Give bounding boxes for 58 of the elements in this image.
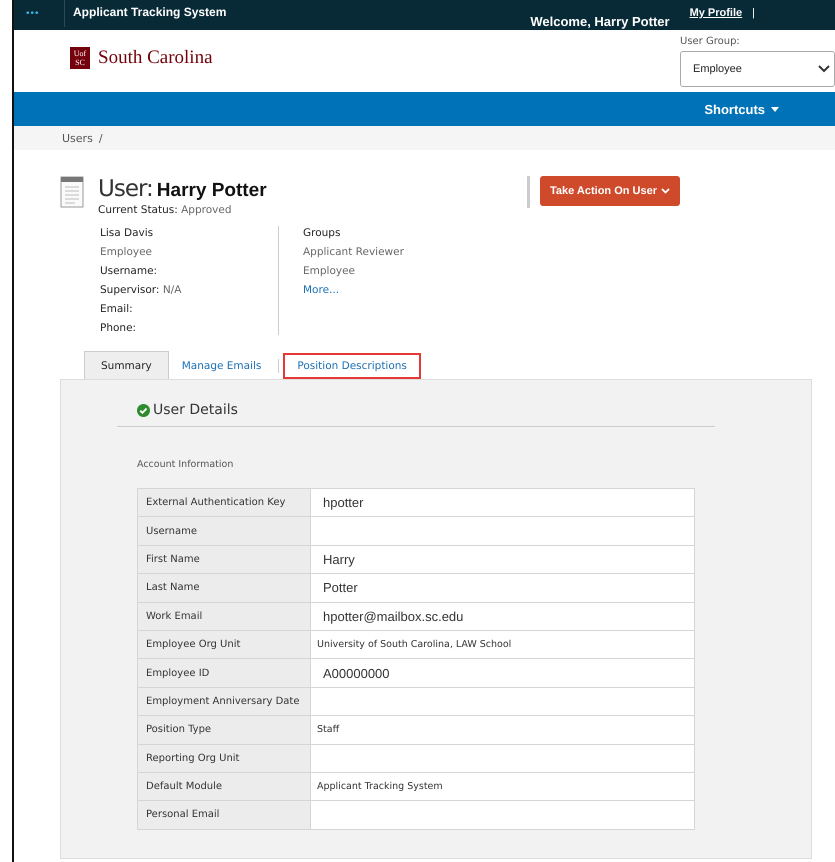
- table-cell: Position Type: [138, 716, 310, 744]
- field-label: Username:: [100, 265, 158, 277]
- user-name: Harry Potter: [156, 180, 267, 202]
- table-cell: University of South Carolina, LAW School: [310, 630, 694, 659]
- table-cell: A00000000: [310, 658, 694, 688]
- separator-text: |: [751, 6, 756, 19]
- table-cell: Username: [138, 516, 310, 546]
- table-cell: Default Module: [138, 772, 310, 801]
- table-cell: Staff: [310, 716, 694, 744]
- status-label: Current Status:: [98, 204, 178, 216]
- table-cell: Last Name: [138, 574, 310, 602]
- table-cell: External Authentication Key: [138, 488, 310, 517]
- caret-icon: [771, 106, 779, 112]
- app-name: Applicant Tracking System: [64, 0, 234, 27]
- breadcrumb-separator: /: [98, 132, 103, 144]
- user-role: Employee: [100, 245, 154, 259]
- take-action-button[interactable]: Take Action On User: [540, 176, 680, 206]
- field-value: N/A: [162, 284, 182, 296]
- table-cell: Employment Anniversary Date: [138, 687, 310, 716]
- user-group-select[interactable]: Employee: [680, 51, 835, 87]
- table-cell: hpotter@mailbox.sc.edu: [310, 602, 694, 630]
- document-icon: [60, 176, 84, 208]
- table-cell: First Name: [138, 545, 310, 574]
- user-group-label: User Group:: [680, 36, 741, 47]
- field-label: Phone:: [100, 322, 136, 334]
- table-cell: Personal Email: [138, 800, 310, 830]
- section-subtitle: Account Information: [137, 459, 234, 470]
- user-title-label: User:: [98, 176, 153, 202]
- check-circle-icon: [137, 404, 150, 416]
- shortcuts-menu[interactable]: Shortcuts: [698, 100, 785, 118]
- tab[interactable]: Manage Emails: [168, 353, 274, 379]
- logo-text: South Carolina: [98, 47, 213, 69]
- group-item: Employee: [303, 264, 356, 278]
- field-label: Supervisor:: [100, 284, 160, 296]
- more-link[interactable]: More...: [303, 283, 404, 297]
- tab[interactable]: Summary: [84, 351, 169, 379]
- chevron-down-icon: [818, 65, 830, 73]
- section-title: User Details: [153, 402, 238, 418]
- tab[interactable]: Position Descriptions: [283, 353, 421, 379]
- breadcrumb-link[interactable]: Users: [62, 132, 93, 144]
- table-cell: Potter: [310, 574, 694, 602]
- my-profile-link[interactable]: My Profile: [690, 0, 742, 19]
- menu-icon[interactable]: •••: [14, 0, 64, 19]
- table-cell: Employee Org Unit: [138, 630, 310, 659]
- table-cell: Harry: [310, 545, 694, 574]
- manager-name: Lisa Davis: [100, 226, 154, 240]
- welcome-text: Welcome, Harry Potter: [530, 13, 670, 29]
- chevron-down-icon: [661, 188, 670, 194]
- table-cell: hpotter: [310, 488, 694, 517]
- table-cell: Reporting Org Unit: [138, 744, 310, 772]
- table-cell: Employee ID: [138, 658, 310, 688]
- status-value: Approved: [181, 204, 232, 216]
- field-label: Email:: [100, 303, 133, 315]
- group-item: Applicant Reviewer: [303, 245, 404, 259]
- table-cell: Work Email: [138, 602, 310, 630]
- logo-mark: Uof SC: [70, 47, 90, 69]
- table-cell: Applicant Tracking System: [310, 772, 694, 801]
- groups-heading: Groups: [303, 226, 342, 240]
